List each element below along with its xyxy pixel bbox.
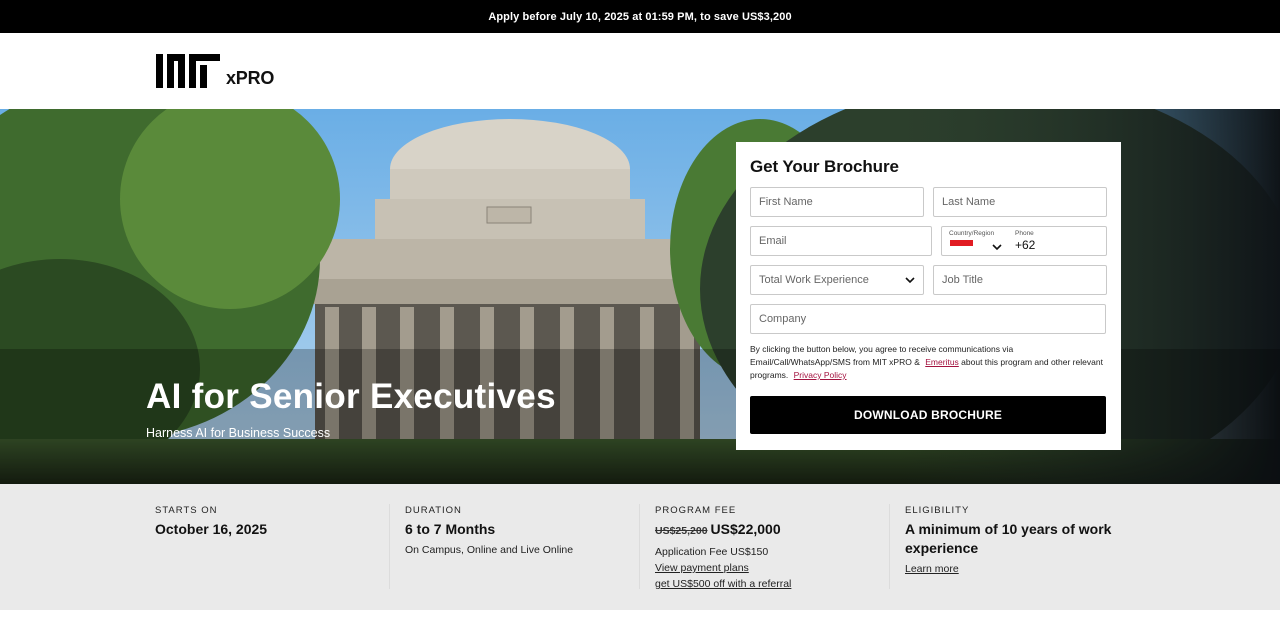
emeritus-link[interactable]: Emeritus [925,357,959,367]
learn-more-link[interactable]: Learn more [905,561,1140,577]
phone-input[interactable]: +62 [1015,238,1035,252]
last-name-input[interactable]: Last Name [933,187,1107,217]
company-input[interactable]: Company [750,304,1106,334]
program-info-bar: STARTS ON October 16, 2025 DURATION 6 to… [0,484,1280,610]
privacy-policy-link[interactable]: Privacy Policy [794,370,847,380]
email-input[interactable]: Email [750,226,932,256]
starts-on-block: STARTS ON October 16, 2025 [155,505,390,539]
country-label: Country/Region [949,230,995,237]
old-price: US$25,200 [655,525,708,537]
promo-text: Apply before July 10, 2025 at 01:59 PM, … [488,10,792,23]
divider [889,504,890,589]
eligibility-block: ELIGIBILITY A minimum of 10 years of wor… [905,505,1140,577]
consent-text: By clicking the button below, you agree … [750,344,1103,380]
logo-text: xPRO [226,68,275,88]
application-fee: Application Fee US$150 [655,546,769,558]
divider [639,504,640,589]
brochure-form: Get Your Brochure First Name Last Name E… [736,142,1121,450]
mit-xpro-logo[interactable]: xPRO [156,54,274,88]
download-brochure-button[interactable]: DOWNLOAD BROCHURE [750,396,1106,434]
duration-block: DURATION 6 to 7 Months On Campus, Online… [405,505,640,558]
hero-subtitle: Harness AI for Business Success [146,426,331,440]
work-experience-select[interactable]: Total Work Experience [750,265,924,295]
promo-banner: Apply before July 10, 2025 at 01:59 PM, … [0,0,1280,33]
chevron-down-icon[interactable] [992,242,1002,252]
eligibility-value: A minimum of 10 years of work experience [905,521,1112,556]
referral-link[interactable]: get US$500 off with a referral [655,576,890,592]
phone-label: Phone [1015,230,1034,237]
payment-plans-link[interactable]: View payment plans [655,560,890,576]
current-price: US$22,000 [710,521,781,537]
hero-title: AI for Senior Executives [146,377,556,416]
duration-value: 6 to 7 Months [405,521,496,537]
country-flag-icon[interactable] [950,240,973,246]
job-title-input[interactable]: Job Title [933,265,1107,295]
divider [389,504,390,589]
form-title: Get Your Brochure [750,157,899,176]
duration-detail: On Campus, Online and Live Online [405,544,574,556]
first-name-input[interactable]: First Name [750,187,924,217]
chevron-down-icon [905,277,915,284]
mit-logo-icon [156,54,220,88]
start-date: October 16, 2025 [155,521,268,537]
phone-field[interactable]: Country/Region Phone +62 [941,226,1107,256]
site-header: xPRO [0,33,1280,109]
program-fee-block: PROGRAM FEE US$25,200 US$22,000 Applicati… [655,505,890,592]
